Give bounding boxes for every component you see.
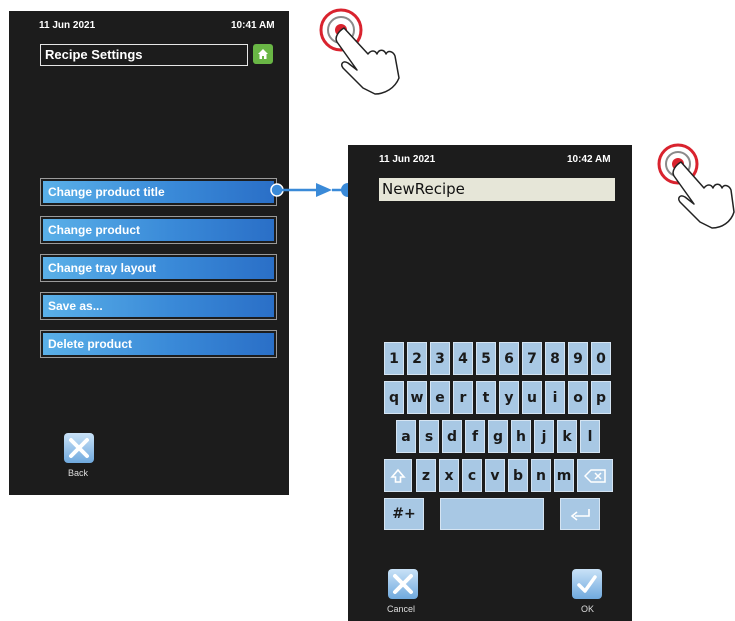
key-w[interactable]: w <box>407 381 427 414</box>
shift-icon <box>390 468 406 483</box>
key-9[interactable]: 9 <box>568 342 588 375</box>
menu-item-label: Delete product <box>43 333 274 355</box>
key-u[interactable]: u <box>522 381 542 414</box>
key-t[interactable]: t <box>476 381 496 414</box>
menu-item-label: Save as... <box>43 295 274 317</box>
home-button[interactable] <box>253 44 273 64</box>
cancel-label: Cancel <box>387 604 416 614</box>
backspace-key[interactable] <box>577 459 613 492</box>
key-p[interactable]: p <box>591 381 611 414</box>
key-8[interactable]: 8 <box>545 342 565 375</box>
key-a[interactable]: a <box>396 420 416 453</box>
recipe-settings-screen: 11 Jun 2021 10:41 AM Recipe Settings Cha… <box>9 11 289 495</box>
key-o[interactable]: o <box>568 381 588 414</box>
key-z[interactable]: z <box>416 459 436 492</box>
product-title-input[interactable]: NewRecipe <box>379 178 615 201</box>
status-date: 11 Jun 2021 <box>39 20 96 31</box>
shift-key[interactable] <box>384 459 412 492</box>
back-button[interactable] <box>64 433 94 463</box>
key-d[interactable]: d <box>442 420 462 453</box>
menu-item-label: Change product title <box>43 181 274 203</box>
key-i[interactable]: i <box>545 381 565 414</box>
key-b[interactable]: b <box>508 459 528 492</box>
ok-label: OK <box>581 604 595 614</box>
close-x-icon <box>69 438 89 458</box>
key-x[interactable]: x <box>439 459 459 492</box>
key-r[interactable]: r <box>453 381 473 414</box>
key-m[interactable]: m <box>554 459 574 492</box>
delete-product-button[interactable]: Delete product <box>40 330 277 358</box>
touch-hand-icon <box>319 8 400 95</box>
key-j[interactable]: j <box>534 420 554 453</box>
key-4[interactable]: 4 <box>453 342 473 375</box>
cancel-button[interactable] <box>388 569 418 599</box>
ok-button[interactable] <box>572 569 602 599</box>
settings-menu: Change product title Change product Chan… <box>40 178 279 368</box>
key-v[interactable]: v <box>485 459 505 492</box>
change-product-button[interactable]: Change product <box>40 216 277 244</box>
key-y[interactable]: y <box>499 381 519 414</box>
key-f[interactable]: f <box>465 420 485 453</box>
key-l[interactable]: l <box>580 420 600 453</box>
key-5[interactable]: 5 <box>476 342 496 375</box>
checkmark-icon <box>577 575 597 593</box>
key-e[interactable]: e <box>430 381 450 414</box>
space-key[interactable] <box>440 498 544 530</box>
key-g[interactable]: g <box>488 420 508 453</box>
backspace-icon <box>584 468 606 483</box>
menu-item-label: Change tray layout <box>43 257 274 279</box>
home-icon <box>258 49 268 59</box>
save-as-button[interactable]: Save as... <box>40 292 277 320</box>
key-h[interactable]: h <box>511 420 531 453</box>
status-time: 10:42 AM <box>567 154 611 165</box>
key-s[interactable]: s <box>419 420 439 453</box>
key-1[interactable]: 1 <box>384 342 404 375</box>
symbols-key[interactable]: #+ <box>384 498 424 530</box>
page-title: Recipe Settings <box>40 44 248 66</box>
key-7[interactable]: 7 <box>522 342 542 375</box>
touch-hand-icon <box>657 143 735 229</box>
key-q[interactable]: q <box>384 381 404 414</box>
edit-title-screen: 11 Jun 2021 10:42 AM NewRecipe 1 2 3 4 5… <box>348 145 632 621</box>
key-3[interactable]: 3 <box>430 342 450 375</box>
status-date: 11 Jun 2021 <box>379 154 436 165</box>
connector-arrow <box>270 183 355 197</box>
key-c[interactable]: c <box>462 459 482 492</box>
change-tray-layout-button[interactable]: Change tray layout <box>40 254 277 282</box>
enter-icon <box>570 509 590 521</box>
key-0[interactable]: 0 <box>591 342 611 375</box>
close-x-icon <box>393 574 413 594</box>
key-n[interactable]: n <box>531 459 551 492</box>
enter-key[interactable] <box>560 498 600 530</box>
change-product-title-button[interactable]: Change product title <box>40 178 277 206</box>
menu-item-label: Change product <box>43 219 274 241</box>
status-time: 10:41 AM <box>231 20 275 31</box>
key-2[interactable]: 2 <box>407 342 427 375</box>
key-6[interactable]: 6 <box>499 342 519 375</box>
back-label: Back <box>68 468 89 478</box>
key-k[interactable]: k <box>557 420 577 453</box>
